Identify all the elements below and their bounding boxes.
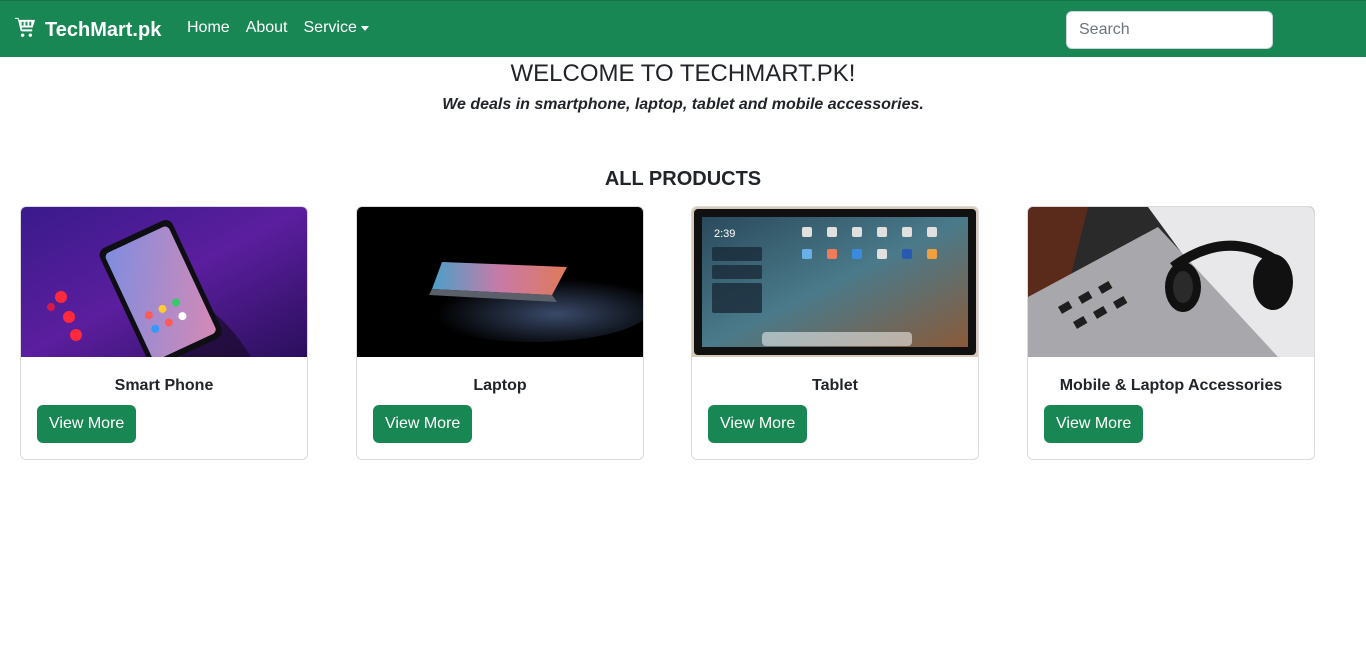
- page-title: WELCOME TO TECHMART.PK!: [510, 60, 856, 87]
- nav-home[interactable]: Home: [187, 19, 230, 37]
- product-title: Laptop: [473, 377, 527, 394]
- view-more-button[interactable]: View More: [708, 405, 808, 443]
- nav-service-dropdown[interactable]: Service: [304, 19, 369, 37]
- product-title: Smart Phone: [114, 377, 214, 394]
- search-input[interactable]: [1066, 11, 1273, 49]
- brand-name: TechMart.pk: [45, 19, 162, 41]
- product-card-smart-phone: Smart Phone View More: [20, 206, 308, 460]
- product-title: Mobile & Laptop Accessories: [1059, 377, 1283, 394]
- view-more-button[interactable]: View More: [373, 405, 473, 443]
- navbar: TechMart.pk Home About Service: [0, 0, 1366, 57]
- products-heading: ALL PRODUCTS: [604, 168, 762, 190]
- view-more-button[interactable]: View More: [1044, 405, 1144, 443]
- tagline: We deals in smartphone, laptop, tablet a…: [442, 96, 924, 113]
- accessories-image: [1028, 207, 1314, 357]
- nav-service-label: Service: [303, 19, 357, 36]
- cart-icon: [14, 16, 37, 45]
- smart-phone-image: [21, 207, 307, 357]
- nav-about[interactable]: About: [246, 19, 288, 37]
- product-title: Tablet: [812, 377, 858, 394]
- chevron-down-icon: [360, 25, 369, 31]
- product-card-tablet: 2:39 Tablet View More: [691, 206, 979, 460]
- nav-links: Home About Service: [187, 19, 385, 37]
- view-more-button[interactable]: View More: [37, 405, 137, 443]
- tablet-image: 2:39: [692, 207, 978, 357]
- svg-text:2:39: 2:39: [714, 228, 735, 240]
- laptop-image: [357, 207, 643, 357]
- brand-link[interactable]: TechMart.pk: [14, 16, 161, 45]
- product-card-accessories: Mobile & Laptop Accessories View More: [1027, 206, 1315, 460]
- product-card-laptop: Laptop View More: [356, 206, 644, 460]
